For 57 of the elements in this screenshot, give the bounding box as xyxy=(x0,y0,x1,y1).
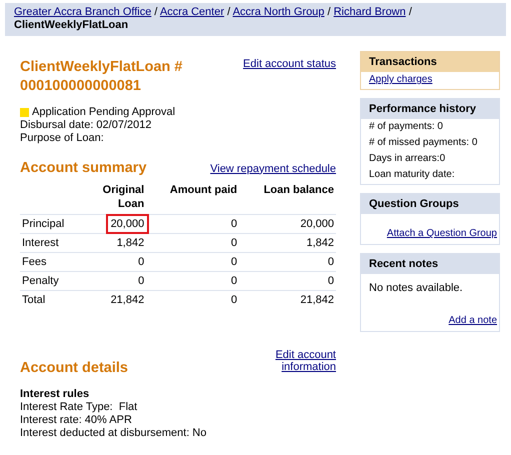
separator: / xyxy=(154,6,158,18)
table-cell-text: 0 xyxy=(326,274,335,289)
current-page: ClientWeeklyFlatLoan xyxy=(14,19,130,32)
column-header: Original Loan xyxy=(80,182,146,214)
row-label: Total xyxy=(22,294,46,306)
row-label: Interest xyxy=(22,237,59,249)
table-cell-text: 0 xyxy=(230,274,238,289)
breadcrumb-link[interactable]: Richard Brown xyxy=(334,6,406,18)
detail-text: Interest rate: 40% APR xyxy=(20,414,133,427)
row-label: Penalty xyxy=(22,275,59,287)
detail-text: Interest Rate Type: Flat xyxy=(20,401,138,414)
table-cell-text: 0 xyxy=(137,274,146,289)
table-cell-text: 21,842 xyxy=(299,293,335,308)
table-cell-text: 0 xyxy=(230,293,238,308)
table-cell-text: 0 xyxy=(230,236,238,251)
info-text: Loan maturity date: xyxy=(369,169,456,181)
table-cell-text: 0 xyxy=(230,217,238,232)
breadcrumb-link[interactable]: Greater Accra Branch Office xyxy=(14,6,152,18)
table-cell-text: 20,000 xyxy=(299,217,335,232)
column-header: Amount paid xyxy=(146,182,240,214)
link[interactable]: Add a note xyxy=(448,315,497,327)
panel-title: Recent notes xyxy=(361,254,499,274)
breadcrumb-link[interactable]: Accra North Group xyxy=(232,6,324,18)
section-title: Account details xyxy=(20,359,128,378)
edit-info-link[interactable]: Edit account information xyxy=(256,349,336,373)
panel-title: Question Groups xyxy=(361,194,499,214)
table-cell-text: 1,842 xyxy=(116,236,146,251)
notes-text: No notes available. xyxy=(369,282,464,295)
separator: / xyxy=(327,6,331,18)
link[interactable]: Attach a Question Group xyxy=(386,228,497,240)
subsection-title: Interest rules xyxy=(20,388,90,401)
status-text: Application Pending Approval xyxy=(32,106,176,119)
info-text: # of payments: 0 xyxy=(369,121,444,133)
row-label: Principal xyxy=(22,218,64,230)
account-title: ClientWeeklyFlatLoan # 000100000000081 xyxy=(20,58,184,96)
panel-title: Performance history xyxy=(361,99,499,119)
detail-text: Purpose of Loan: xyxy=(20,132,105,145)
table-cell-text: 21,842 xyxy=(110,293,146,308)
table-cell-text: 1,842 xyxy=(305,236,335,251)
highlighted-cell: 20,000 xyxy=(106,214,150,234)
section-title: Account summary xyxy=(20,159,147,178)
row-label: Fees xyxy=(22,256,46,268)
breadcrumb-link[interactable]: Accra Center xyxy=(160,6,224,18)
detail-text: Disbursal date: 02/07/2012 xyxy=(20,119,152,132)
table-cell-text: 0 xyxy=(137,255,146,270)
info-text: # of missed payments: 0 xyxy=(369,137,478,149)
table-cell-text: 0 xyxy=(230,255,238,270)
separator: / xyxy=(227,6,230,18)
link[interactable]: Apply charges xyxy=(369,74,495,86)
info-text: Days in arrears:0 xyxy=(369,153,446,165)
column-header: Loan balance xyxy=(239,182,336,214)
separator: / xyxy=(408,6,412,18)
repayment-link[interactable]: View repayment schedule xyxy=(210,162,336,174)
panel-title: Transactions xyxy=(361,52,499,72)
edit-status-link[interactable]: Edit account status xyxy=(243,58,336,70)
detail-text: Interest deducted at disbursement: No xyxy=(20,427,208,440)
table-cell-text: 0 xyxy=(326,255,335,270)
